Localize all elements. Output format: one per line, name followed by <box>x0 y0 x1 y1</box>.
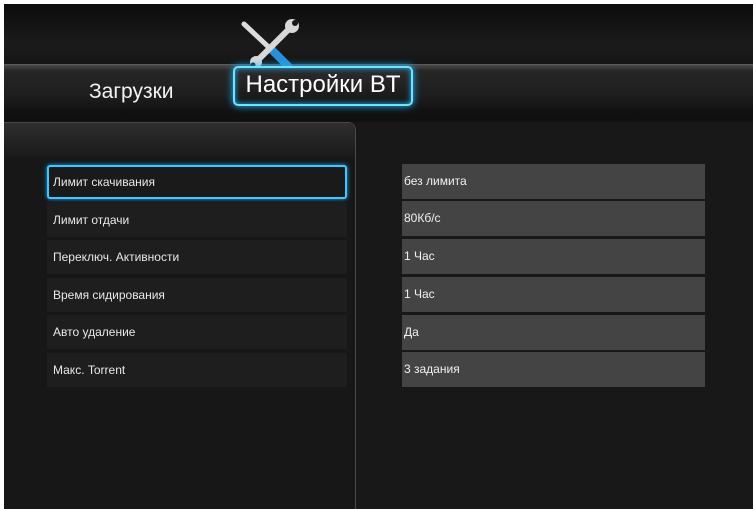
setting-upload-limit[interactable]: Лимит отдачи <box>47 203 347 237</box>
settings-panel-header <box>4 123 355 157</box>
value-seeding-time[interactable]: 1 Час <box>402 277 705 312</box>
setting-seeding-time[interactable]: Время сидирования <box>47 278 347 312</box>
value-activity-switch[interactable]: 1 Час <box>402 239 705 274</box>
setting-max-torrent[interactable]: Макс. Torrent <box>47 353 347 387</box>
tab-downloads[interactable]: Загрузки <box>89 80 174 104</box>
value-download-limit[interactable]: без лимита <box>402 164 705 199</box>
value-auto-delete[interactable]: Да <box>402 315 705 350</box>
tools-icon <box>236 18 300 72</box>
setting-activity-switch[interactable]: Переключ. Активности <box>47 240 347 274</box>
tab-bt-settings[interactable]: Настройки BT <box>233 66 413 106</box>
value-max-torrent[interactable]: 3 задания <box>402 352 705 387</box>
setting-auto-delete[interactable]: Авто удаление <box>47 315 347 349</box>
tv-screen: Загрузки Настройки BT Лимит скачивания Л… <box>4 4 753 509</box>
value-upload-limit[interactable]: 80Кб/с <box>402 201 705 236</box>
setting-download-limit[interactable]: Лимит скачивания <box>47 165 347 199</box>
